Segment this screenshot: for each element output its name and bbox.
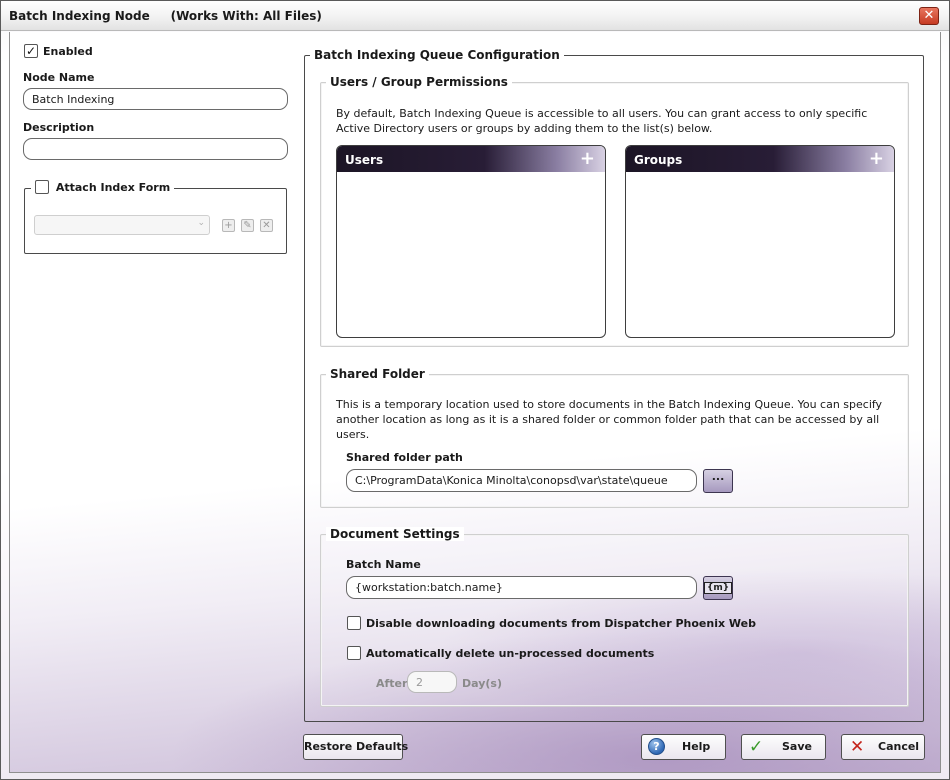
permissions-description: By default, Batch Indexing Queue is acce… <box>336 107 868 135</box>
shared-folder-group: Shared Folder This is a temporary locati… <box>320 367 909 508</box>
shared-folder-path-input[interactable]: C:\ProgramData\Konica Minolta\conopsd\va… <box>346 469 697 492</box>
attach-index-form-group: Attach Index Form ⌄ + ✎ ✕ <box>24 180 287 254</box>
window-title: Batch Indexing Node (Works With: All Fil… <box>9 9 322 23</box>
index-form-select[interactable]: ⌄ <box>34 215 210 235</box>
users-list[interactable]: Users + <box>336 145 606 338</box>
permissions-group: Users / Group Permissions By default, Ba… <box>320 75 909 347</box>
users-header-label: Users <box>345 153 384 167</box>
description-label: Description <box>23 121 95 134</box>
restore-defaults-button[interactable]: Restore Defaults <box>303 734 408 760</box>
add-group-icon[interactable]: + <box>869 148 884 169</box>
document-settings-title: Document Settings <box>326 527 464 541</box>
description-input[interactable] <box>23 138 288 160</box>
users-list-header: Users + <box>337 146 605 172</box>
help-label: Help <box>682 740 711 753</box>
add-user-icon[interactable]: + <box>580 148 595 169</box>
attach-form-legend: Attach Index Form <box>31 180 175 198</box>
disable-download-checkbox[interactable] <box>347 616 361 630</box>
metadata-picker-button[interactable]: {m} <box>703 576 733 600</box>
help-button[interactable]: ? Help <box>641 734 726 760</box>
attach-form-label: Attach Index Form <box>55 180 171 194</box>
queue-configuration-group: Batch Indexing Queue Configuration Users… <box>304 48 924 722</box>
delete-form-icon[interactable]: ✕ <box>260 219 273 232</box>
shared-folder-path-label: Shared folder path <box>346 451 463 464</box>
checkmark-icon: ✓ <box>749 737 764 757</box>
save-label[interactable]: Save <box>782 740 812 753</box>
cancel-button[interactable]: ✕ Cancel <box>841 734 925 760</box>
batch-name-input[interactable]: {workstation:batch.name} <box>346 576 697 599</box>
shared-folder-description: This is a temporary location used to sto… <box>336 398 883 441</box>
edit-form-icon[interactable]: ✎ <box>241 219 254 232</box>
after-days-input[interactable]: 2 <box>407 671 457 693</box>
permissions-title: Users / Group Permissions <box>326 75 512 89</box>
groups-list-header: Groups + <box>626 146 894 172</box>
cancel-x-icon: ✕ <box>850 737 865 757</box>
metadata-icon: {m} <box>704 582 733 594</box>
enabled-checkbox[interactable]: ✓ <box>24 44 38 58</box>
batch-indexing-dialog: Batch Indexing Node (Works With: All Fil… <box>0 0 950 780</box>
groups-header-label: Groups <box>634 153 683 167</box>
auto-delete-label: Automatically delete un-processed docume… <box>366 647 655 660</box>
dialog-content: ✓ Enabled Node Name Batch Indexing Descr… <box>9 32 941 773</box>
batch-name-label: Batch Name <box>346 558 421 571</box>
add-form-icon[interactable]: + <box>222 219 235 232</box>
save-button[interactable]: ✓ Save <box>741 734 826 760</box>
days-label: Day(s) <box>462 677 502 690</box>
attach-form-checkbox[interactable] <box>35 180 49 194</box>
auto-delete-checkbox[interactable] <box>347 646 361 660</box>
groups-list[interactable]: Groups + <box>625 145 895 338</box>
browse-button[interactable]: ... <box>703 469 733 493</box>
title-bar: Batch Indexing Node (Works With: All Fil… <box>1 1 949 31</box>
enabled-label: Enabled <box>43 45 93 58</box>
disable-download-label: Disable downloading documents from Dispa… <box>366 617 756 630</box>
chevron-down-icon: ⌄ <box>197 218 205 228</box>
close-button[interactable]: ✕ <box>919 7 939 25</box>
after-label: After <box>376 677 408 690</box>
help-icon: ? <box>648 738 665 755</box>
document-settings-group: Document Settings Batch Name {workstatio… <box>320 527 909 707</box>
node-name-label: Node Name <box>23 71 95 84</box>
node-name-input[interactable]: Batch Indexing <box>23 88 288 110</box>
queue-config-title: Batch Indexing Queue Configuration <box>310 48 564 62</box>
cancel-label[interactable]: Cancel <box>878 740 919 753</box>
shared-folder-title: Shared Folder <box>326 367 429 381</box>
